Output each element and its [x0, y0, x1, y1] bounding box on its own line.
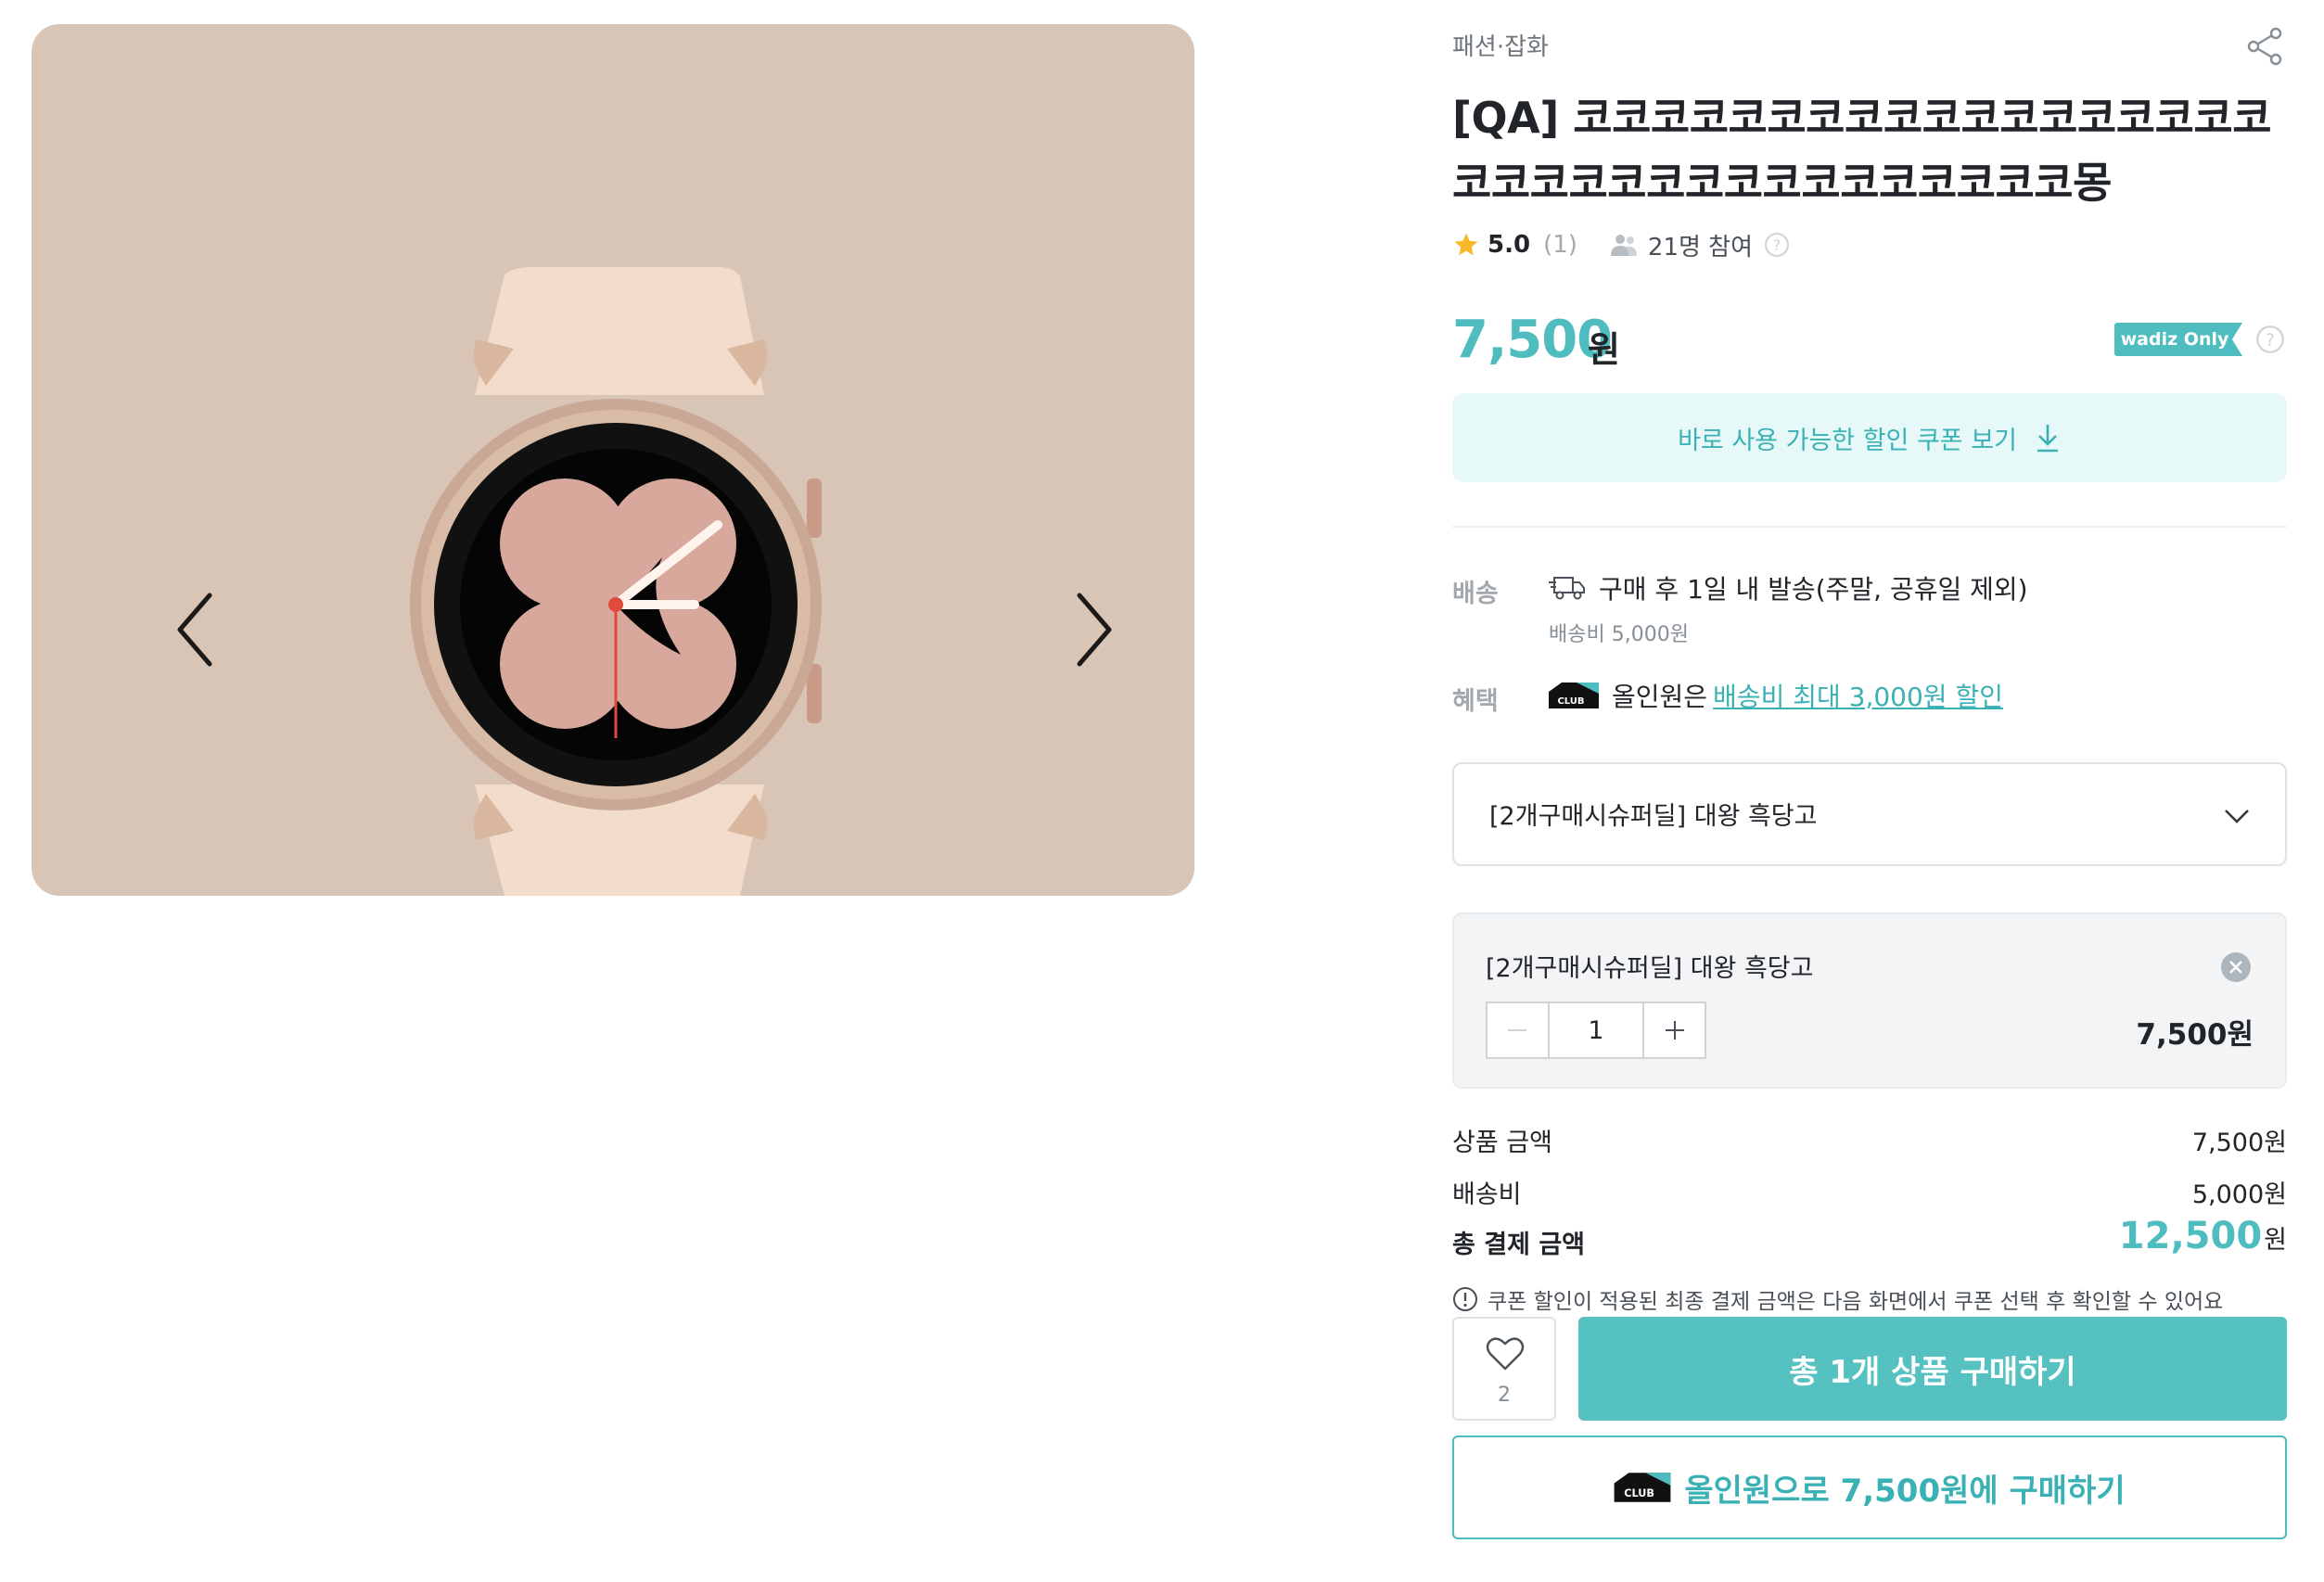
product-amount-row: 상품 금액 7,500원	[1452, 1118, 2287, 1159]
divider	[1452, 526, 2287, 528]
total-amount-value: 12,500	[2118, 1215, 2263, 1257]
chevron-right-icon	[1077, 593, 1112, 667]
benefit-label: 혜택	[1452, 687, 1499, 716]
club-buy-label: 올인원으로 7,500원에 구매하기	[1684, 1472, 2126, 1510]
club-badge-text: CLUB	[1625, 1487, 1655, 1499]
share-button[interactable]	[2242, 24, 2287, 69]
prev-image-button[interactable]	[169, 588, 224, 671]
shipping-amount-value: 5,000원	[2191, 1180, 2287, 1209]
selected-option-price: 7,500원	[2136, 1018, 2254, 1052]
selected-option-name: [2개구매시슈퍼딜] 대왕 흑당고	[1486, 954, 1814, 983]
product-meta: 5.0 (1) 21명 참여 ?	[1452, 226, 1790, 263]
category-label[interactable]: 패션·잡화	[1452, 28, 1549, 62]
coupon-notice-text: 쿠폰 할인이 적용된 최종 결제 금액은 다음 화면에서 쿠폰 선택 후 확인할…	[1488, 1290, 2224, 1314]
plus-icon	[1665, 1021, 1684, 1040]
shipping-label: 배송	[1452, 580, 1499, 608]
participants-count: 21명 참여	[1647, 233, 1754, 262]
shipping-amount-label: 배송비	[1452, 1180, 1522, 1209]
like-button[interactable]: 2	[1452, 1317, 1556, 1421]
total-amount-row: 총 결제 금액 12,500 원	[1452, 1215, 2287, 1261]
shipping-discount-link[interactable]: 배송비 최대 3,000원 할인	[1713, 677, 2003, 714]
increase-button[interactable]	[1644, 1003, 1705, 1057]
quantity-stepper: 1	[1486, 1002, 1706, 1059]
heart-icon	[1486, 1337, 1525, 1371]
rating-score: 5.0	[1488, 231, 1531, 259]
product-title: [QA] 코코코코코코코코코코코코코코코코코코코코코코코코코코코코코코코코코코몽	[1452, 93, 2272, 208]
benefit-prefix: 올인원은	[1612, 682, 1708, 712]
people-icon	[1610, 235, 1637, 256]
star-icon	[1454, 233, 1478, 256]
decrease-button[interactable]	[1488, 1003, 1548, 1057]
minus-icon	[1508, 1029, 1527, 1031]
shipping-text: 구매 후 1일 내 발송(주말, 공휴일 제외)	[1599, 574, 2028, 605]
help-icon[interactable]: ?	[2255, 325, 2285, 354]
info-icon	[1453, 1287, 1477, 1311]
share-icon	[2247, 27, 2282, 66]
help-icon[interactable]: ?	[1764, 232, 1790, 258]
club-buy-button[interactable]: CLUB 올인원으로 7,500원에 구매하기	[1452, 1435, 2287, 1539]
svg-text:?: ?	[1773, 236, 1781, 254]
truck-icon	[1549, 577, 1585, 600]
chevron-down-icon	[2225, 810, 2249, 823]
product-amount-label: 상품 금액	[1452, 1129, 1552, 1157]
next-image-button[interactable]	[1065, 588, 1120, 671]
review-count[interactable]: (1)	[1543, 231, 1577, 259]
club-badge-text: CLUB	[1557, 696, 1584, 707]
chevron-left-icon	[177, 593, 212, 667]
product-info-panel: 패션·잡화 [QA] 코코코코코코코코코코코코코코코코코코코코코코코코코코코코코…	[1452, 0, 2287, 1582]
coupon-notice: 쿠폰 할인이 적용된 최종 결제 금액은 다음 화면에서 쿠폰 선택 후 확인할…	[1452, 1283, 2223, 1315]
svg-text:?: ?	[2266, 331, 2275, 351]
coupon-view-label: 바로 사용 가능한 할인 쿠폰 보기	[1678, 426, 2017, 455]
shipping-info: 구매 후 1일 내 발송(주말, 공휴일 제외)	[1549, 569, 2028, 606]
shipping-amount-row: 배송비 5,000원	[1452, 1170, 2287, 1211]
like-count: 2	[1498, 1384, 1511, 1407]
price-unit: 원	[1588, 329, 1620, 370]
close-icon[interactable]	[2220, 951, 2252, 983]
selected-option-card: [2개구매시슈퍼딜] 대왕 흑당고 1 7,500원	[1452, 912, 2287, 1089]
option-select-value: [2개구매시슈퍼딜] 대왕 흑당고	[1489, 802, 1818, 831]
shipping-fee: 배송비 5,000원	[1549, 623, 1689, 646]
wadiz-only-badge: wadiz Only	[2114, 323, 2242, 356]
coupon-view-button[interactable]: 바로 사용 가능한 할인 쿠폰 보기	[1452, 393, 2287, 482]
buy-button[interactable]: 총 1개 상품 구매하기	[1578, 1317, 2287, 1421]
download-icon	[2037, 425, 2058, 453]
product-image	[410, 267, 822, 896]
price-row: 7,500 원 wadiz Only ?	[1452, 310, 2287, 375]
benefit-info: CLUB 올인원은 배송비 최대 3,000원 할인	[1549, 677, 2003, 714]
club-badge-icon: CLUB	[1614, 1473, 1671, 1502]
club-badge-icon: CLUB	[1549, 683, 1599, 708]
product-image-gallery	[32, 24, 1194, 896]
total-amount-unit: 원	[2264, 1226, 2287, 1255]
total-amount-label: 총 결제 금액	[1452, 1231, 1585, 1259]
total-amount: 12,500 원	[2119, 1215, 2287, 1257]
quantity-input[interactable]: 1	[1547, 1003, 1645, 1057]
option-select[interactable]: [2개구매시슈퍼딜] 대왕 흑당고	[1452, 762, 2287, 866]
product-amount-value: 7,500원	[2191, 1129, 2287, 1157]
